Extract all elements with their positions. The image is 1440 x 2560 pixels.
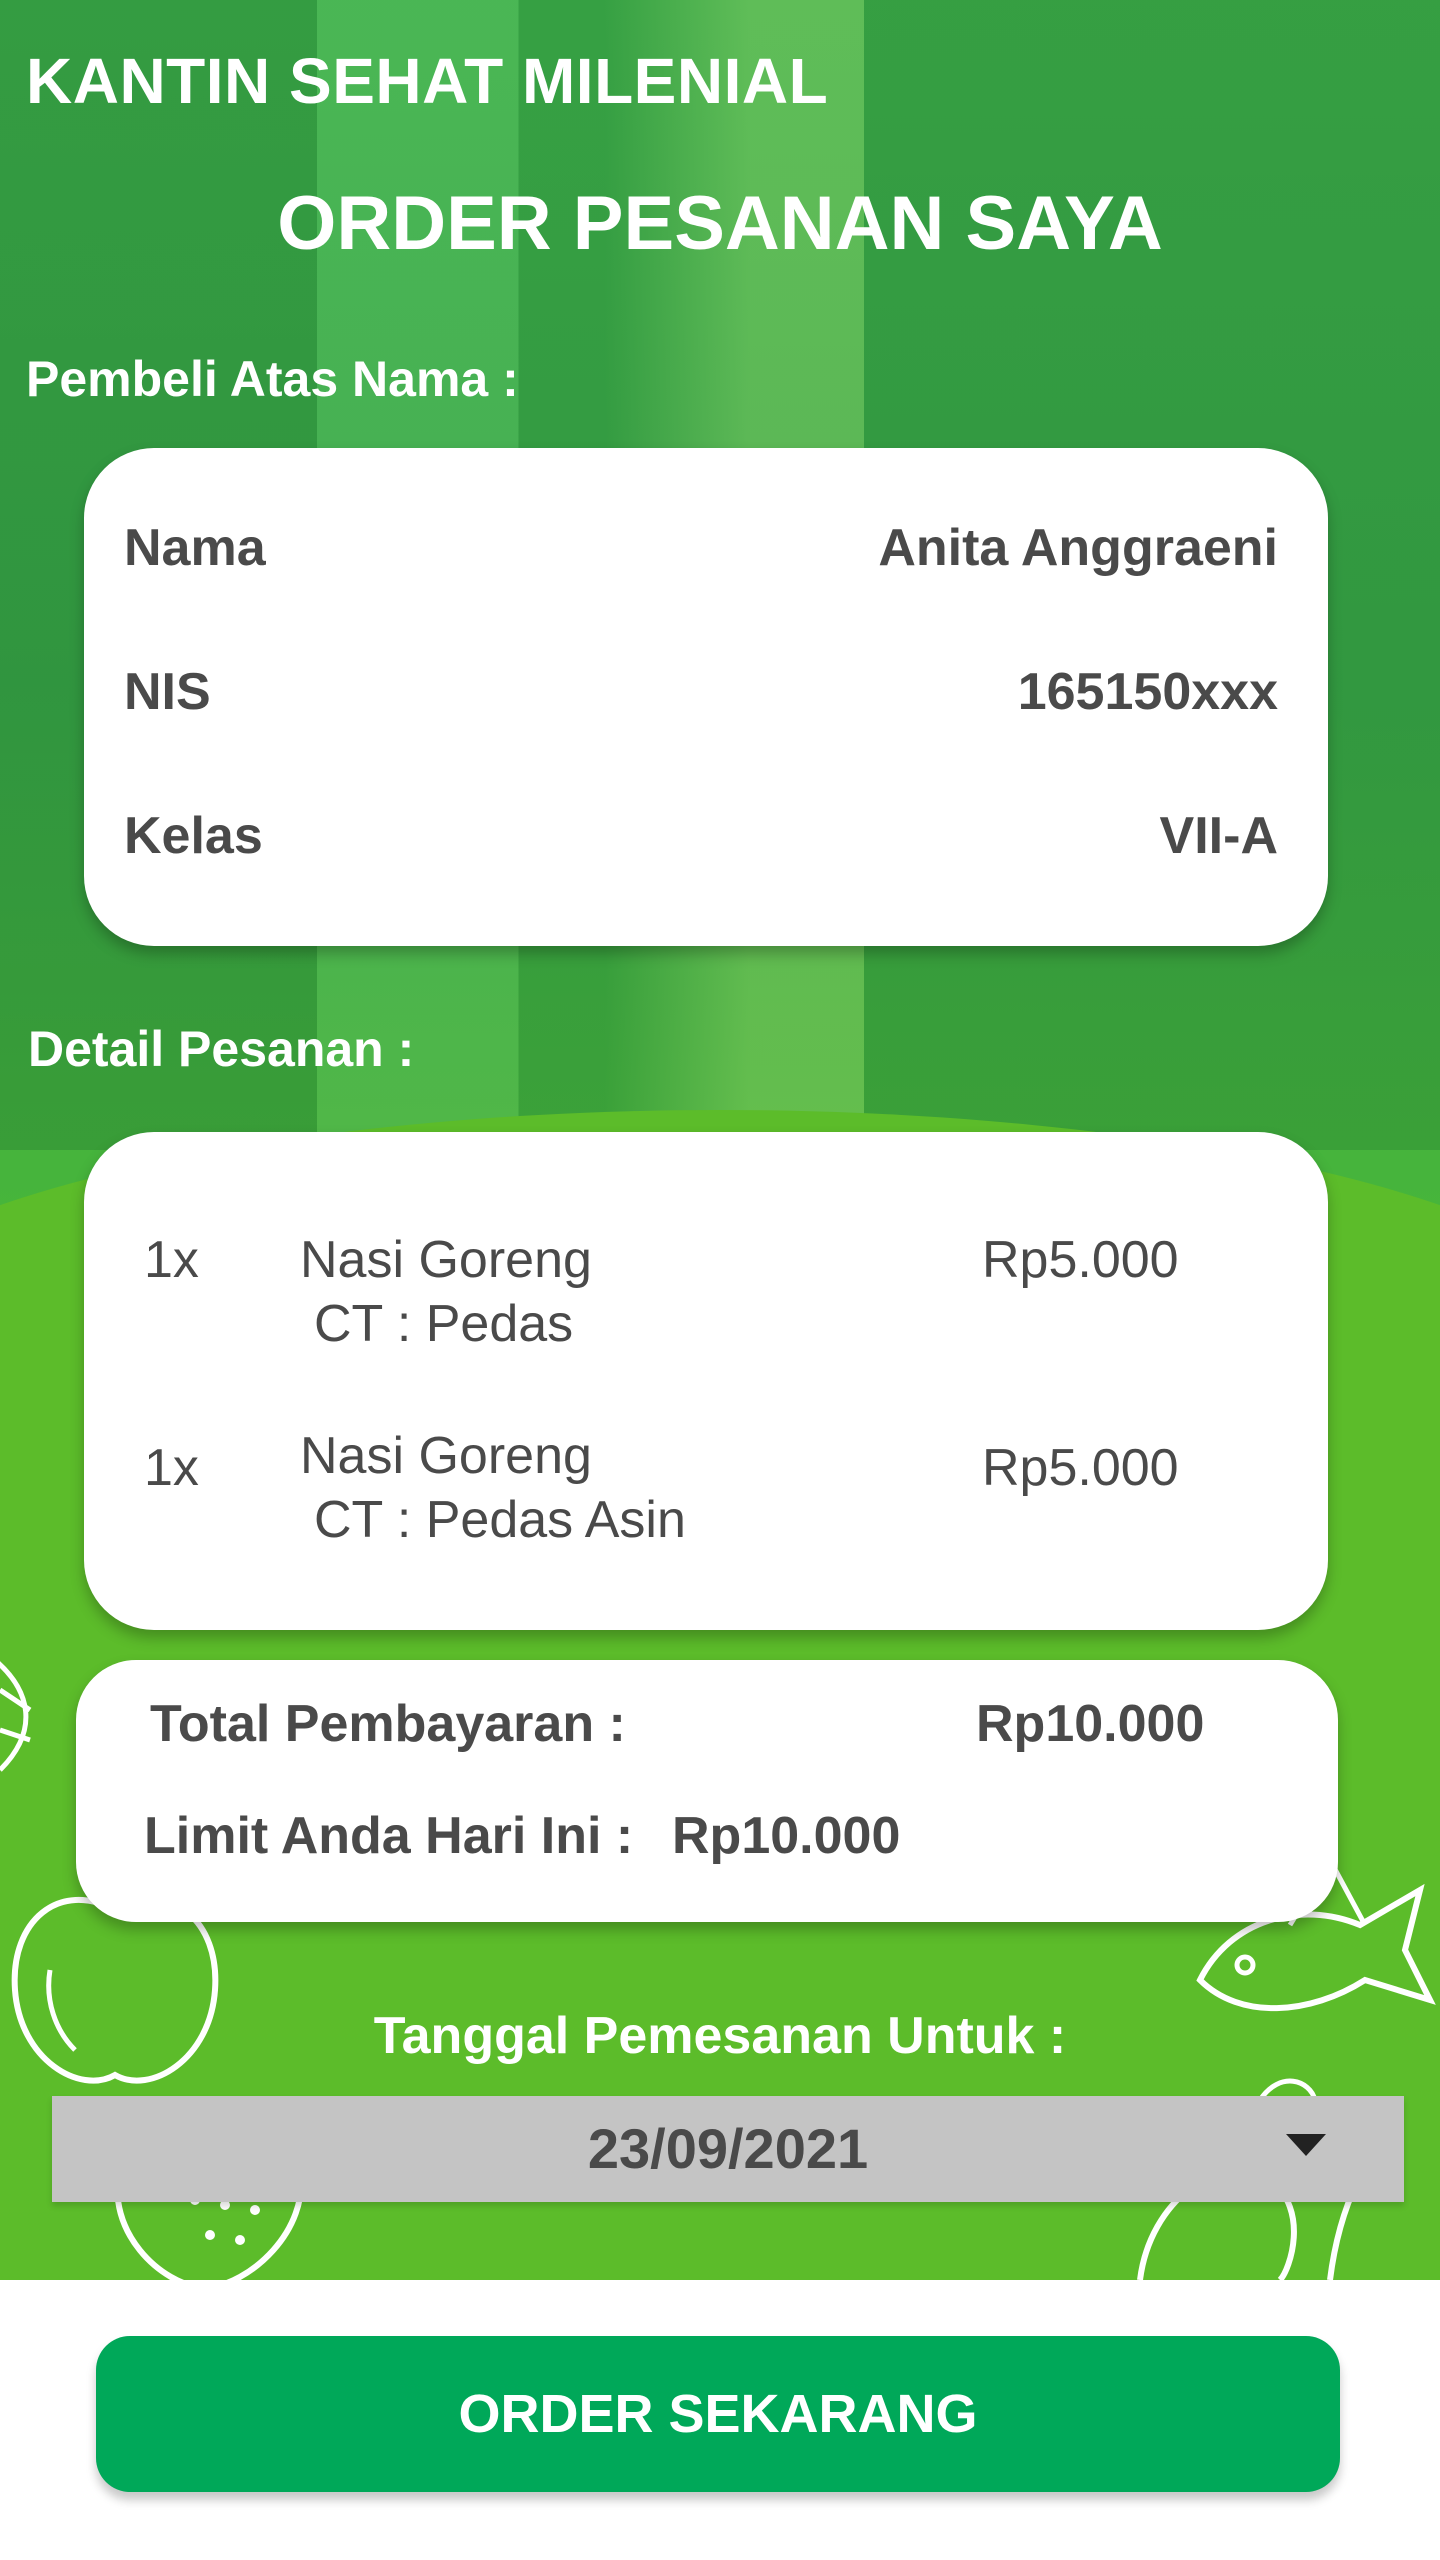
- payment-summary-card: Total Pembayaran : Rp10.000 Limit Anda H…: [76, 1660, 1338, 1922]
- daily-limit-label: Limit Anda Hari Ini :: [144, 1807, 634, 1865]
- buyer-nis-value: 165150xxx: [1017, 663, 1278, 721]
- order-item-qty: 1x: [144, 1439, 199, 1497]
- order-detail-card: 1x Nasi Goreng CT : Pedas Rp5.000 1x Nas…: [84, 1132, 1328, 1630]
- page-title: ORDER PESANAN SAYA: [277, 181, 1163, 266]
- order-now-button[interactable]: ORDER SEKARANG: [96, 2336, 1340, 2492]
- order-item-name: Nasi Goreng: [300, 1231, 592, 1289]
- order-item-note: CT : Pedas Asin: [314, 1491, 686, 1549]
- daily-limit-value: Rp10.000: [672, 1807, 901, 1865]
- leaf-outline-icon: [0, 1661, 32, 1772]
- order-item-price: Rp5.000: [982, 1231, 1179, 1289]
- dropdown-caret-icon: [1286, 2134, 1326, 2156]
- order-item-qty: 1x: [144, 1231, 199, 1289]
- order-date-label: Tanggal Pemesanan Untuk :: [373, 2007, 1067, 2065]
- order-item: 1x Nasi Goreng CT : Pedas Asin Rp5.000: [84, 1426, 1328, 1566]
- order-item-name: Nasi Goreng: [300, 1427, 592, 1485]
- buyer-class-value: VII-A: [1159, 807, 1278, 865]
- buyer-name-label: Nama: [124, 519, 266, 577]
- app-title: KANTIN SEHAT MILENIAL: [26, 45, 829, 117]
- buyer-row-class: Kelas VII-A: [124, 806, 1278, 866]
- buyer-name-value: Anita Anggraeni: [878, 519, 1278, 577]
- total-payment-value: Rp10.000: [976, 1695, 1205, 1753]
- buyer-row-name: Nama Anita Anggraeni: [124, 518, 1278, 578]
- buyer-section-label: Pembeli Atas Nama :: [26, 351, 519, 407]
- order-date-value: 23/09/2021: [587, 2117, 869, 2180]
- order-item-price: Rp5.000: [982, 1439, 1179, 1497]
- order-section-label: Detail Pesanan :: [28, 1021, 415, 1077]
- total-payment-label: Total Pembayaran :: [150, 1695, 626, 1753]
- buyer-class-label: Kelas: [124, 807, 263, 865]
- order-date-dropdown[interactable]: 23/09/2021: [52, 2096, 1404, 2202]
- buyer-nis-label: NIS: [124, 663, 211, 721]
- buyer-row-nis: NIS 165150xxx: [124, 662, 1278, 722]
- order-item-note: CT : Pedas: [314, 1295, 574, 1353]
- buyer-info-card: Nama Anita Anggraeni NIS 165150xxx Kelas…: [84, 448, 1328, 946]
- order-item: 1x Nasi Goreng CT : Pedas Rp5.000: [84, 1230, 1328, 1370]
